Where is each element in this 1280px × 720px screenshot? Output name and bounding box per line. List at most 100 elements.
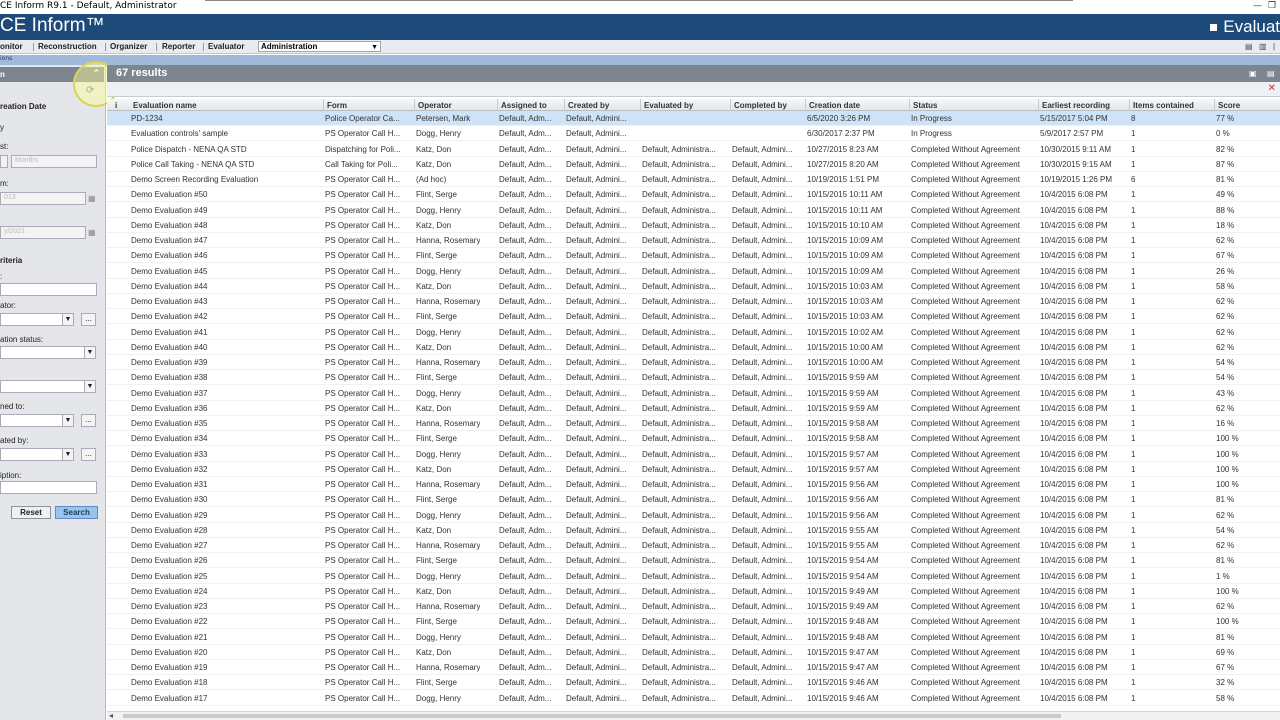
- table-row[interactable]: Demo Evaluation #22 PS Operator Call H...…: [107, 614, 1280, 630]
- column-divider[interactable]: [414, 99, 415, 111]
- last-unit-select[interactable]: Months: [11, 155, 97, 168]
- assigned-browse-button[interactable]: ...: [81, 414, 96, 427]
- chevron-down-icon[interactable]: ▼: [62, 448, 74, 461]
- evaluation-status-select[interactable]: [0, 346, 85, 359]
- table-row[interactable]: Police Dispatch - NENA QA STD Dispatching…: [107, 142, 1280, 157]
- column-header-status[interactable]: Status: [913, 101, 937, 110]
- column-divider[interactable]: [564, 99, 565, 111]
- print-icon[interactable]: ▤: [1267, 69, 1275, 78]
- table-row[interactable]: Demo Screen Recording Evaluation PS Opera…: [107, 172, 1280, 187]
- nav-reporter[interactable]: Reporter: [162, 42, 195, 51]
- table-row[interactable]: Demo Evaluation #30 PS Operator Call H...…: [107, 492, 1280, 508]
- table-row[interactable]: Demo Evaluation #43 PS Operator Call H...…: [107, 294, 1280, 309]
- chevron-down-icon[interactable]: ▼: [84, 346, 96, 359]
- table-row[interactable]: Demo Evaluation #23 PS Operator Call H...…: [107, 599, 1280, 614]
- table-row[interactable]: Demo Evaluation #26 PS Operator Call H...…: [107, 553, 1280, 569]
- table-row[interactable]: Demo Evaluation #35 PS Operator Call H...…: [107, 416, 1280, 431]
- column-divider[interactable]: [1214, 99, 1215, 111]
- evaluation-name-input[interactable]: [0, 283, 97, 296]
- column-divider[interactable]: [1038, 99, 1039, 111]
- table-row[interactable]: Demo Evaluation #27 PS Operator Call H...…: [107, 538, 1280, 553]
- table-row[interactable]: Demo Evaluation #47 PS Operator Call H...…: [107, 233, 1280, 248]
- reset-button[interactable]: Reset: [11, 506, 51, 519]
- created-browse-button[interactable]: ...: [81, 448, 96, 461]
- search-button[interactable]: Search: [55, 506, 98, 519]
- calendar-icon[interactable]: ▦: [88, 228, 98, 239]
- table-row[interactable]: Demo Evaluation #32 PS Operator Call H...…: [107, 462, 1280, 477]
- description-input[interactable]: [0, 481, 97, 494]
- column-header-created-by[interactable]: Created by: [568, 101, 609, 110]
- to-date-field[interactable]: y/2021: [0, 226, 86, 239]
- nav-reconstruction[interactable]: Reconstruction: [38, 42, 97, 51]
- table-row[interactable]: Demo Evaluation #25 PS Operator Call H...…: [107, 569, 1280, 584]
- column-divider[interactable]: [1129, 99, 1130, 111]
- table-row[interactable]: Demo Evaluation #49 PS Operator Call H...…: [107, 203, 1280, 218]
- table-row[interactable]: Demo Evaluation #40 PS Operator Call H...…: [107, 340, 1280, 355]
- table-row[interactable]: Demo Evaluation #31 PS Operator Call H...…: [107, 477, 1280, 492]
- column-header-operator[interactable]: Operator: [418, 101, 452, 110]
- table-row[interactable]: Demo Evaluation #38 PS Operator Call H...…: [107, 370, 1280, 386]
- more-icon[interactable]: |: [1273, 42, 1275, 51]
- export-icon[interactable]: ▣: [1249, 69, 1257, 78]
- column-header-form[interactable]: Form: [327, 101, 347, 110]
- nav-evaluator[interactable]: Evaluator: [208, 42, 244, 51]
- table-row[interactable]: Demo Evaluation #42 PS Operator Call H...…: [107, 309, 1280, 325]
- table-row[interactable]: Demo Evaluation #29 PS Operator Call H...…: [107, 508, 1280, 523]
- column-header-creation-date[interactable]: Creation date: [809, 101, 860, 110]
- table-row[interactable]: Demo Evaluation #44 PS Operator Call H...…: [107, 279, 1280, 294]
- table-row[interactable]: Demo Evaluation #34 PS Operator Call H...…: [107, 431, 1280, 447]
- table-row[interactable]: Demo Evaluation #46 PS Operator Call H...…: [107, 248, 1280, 264]
- minimize-icon[interactable]: —: [1253, 1, 1262, 11]
- column-divider[interactable]: [640, 99, 641, 111]
- table-row[interactable]: Demo Evaluation #28 PS Operator Call H...…: [107, 523, 1280, 538]
- table-row[interactable]: Demo Evaluation #17 PS Operator Call H...…: [107, 691, 1280, 706]
- assigned-to-select[interactable]: [0, 414, 63, 427]
- scrollbar-thumb[interactable]: [123, 714, 1061, 718]
- chevron-down-icon[interactable]: ▼: [84, 380, 96, 393]
- column-divider[interactable]: [730, 99, 731, 111]
- scroll-left-icon[interactable]: ◂: [109, 711, 113, 720]
- last-count-field[interactable]: [0, 155, 8, 168]
- row-info-icon[interactable]: i: [115, 101, 117, 110]
- horizontal-scrollbar[interactable]: ◂: [107, 711, 1280, 720]
- table-row[interactable]: Police Call Taking - NENA QA STD Call Tak…: [107, 157, 1280, 172]
- column-header-items-contained[interactable]: Items contained: [1133, 101, 1194, 110]
- table-row[interactable]: Demo Evaluation #39 PS Operator Call H...…: [107, 355, 1280, 370]
- created-by-select[interactable]: [0, 448, 63, 461]
- column-header-completed-by[interactable]: Completed by: [734, 101, 787, 110]
- restore-icon[interactable]: ❐: [1268, 1, 1276, 11]
- table-row[interactable]: Demo Evaluation #48 PS Operator Call H...…: [107, 218, 1280, 233]
- table-row[interactable]: Demo Evaluation #37 PS Operator Call H...…: [107, 386, 1280, 401]
- nav-organizer[interactable]: Organizer: [110, 42, 147, 51]
- table-row[interactable]: Demo Evaluation #21 PS Operator Call H...…: [107, 630, 1280, 645]
- operator-select[interactable]: [0, 313, 63, 326]
- column-header-earliest-recording[interactable]: Earliest recording: [1042, 101, 1110, 110]
- column-header-evaluated-by[interactable]: Evaluated by: [644, 101, 693, 110]
- column-header-evaluation-name[interactable]: Evaluation name: [133, 101, 197, 110]
- window-icon[interactable]: ▥: [1259, 42, 1267, 51]
- operator-browse-button[interactable]: ...: [81, 313, 96, 326]
- table-row[interactable]: Demo Evaluation #50 PS Operator Call H...…: [107, 187, 1280, 203]
- form-select[interactable]: [0, 380, 85, 393]
- layout-icon[interactable]: ▤: [1245, 42, 1253, 51]
- from-date-field[interactable]: 013: [0, 192, 86, 205]
- table-row[interactable]: Evaluation controls' sample PS Operator C…: [107, 126, 1280, 142]
- column-header-score[interactable]: Score: [1218, 101, 1240, 110]
- chevron-down-icon[interactable]: ▼: [62, 313, 74, 326]
- table-row[interactable]: Demo Evaluation #41 PS Operator Call H...…: [107, 325, 1280, 340]
- table-row[interactable]: Demo Evaluation #19 PS Operator Call H...…: [107, 660, 1280, 675]
- table-row[interactable]: Demo Evaluation #24 PS Operator Call H...…: [107, 584, 1280, 599]
- table-row[interactable]: Demo Evaluation #33 PS Operator Call H...…: [107, 447, 1280, 462]
- column-divider[interactable]: [323, 99, 324, 111]
- column-header-assigned-to[interactable]: Assigned to: [501, 101, 547, 110]
- column-divider[interactable]: [497, 99, 498, 111]
- column-divider[interactable]: [909, 99, 910, 111]
- table-row[interactable]: Demo Evaluation #36 PS Operator Call H...…: [107, 401, 1280, 416]
- table-row[interactable]: Demo Evaluation #18 PS Operator Call H...…: [107, 675, 1280, 691]
- calendar-icon[interactable]: ▦: [88, 194, 98, 205]
- table-row[interactable]: PD-1234 Police Operator Ca... Petersen, Ma…: [107, 111, 1280, 126]
- table-row[interactable]: Demo Evaluation #45 PS Operator Call H...…: [107, 264, 1280, 279]
- nav-monitor[interactable]: onitor: [0, 42, 23, 51]
- chevron-down-icon[interactable]: ▼: [62, 414, 74, 427]
- table-row[interactable]: Demo Evaluation #20 PS Operator Call H...…: [107, 645, 1280, 660]
